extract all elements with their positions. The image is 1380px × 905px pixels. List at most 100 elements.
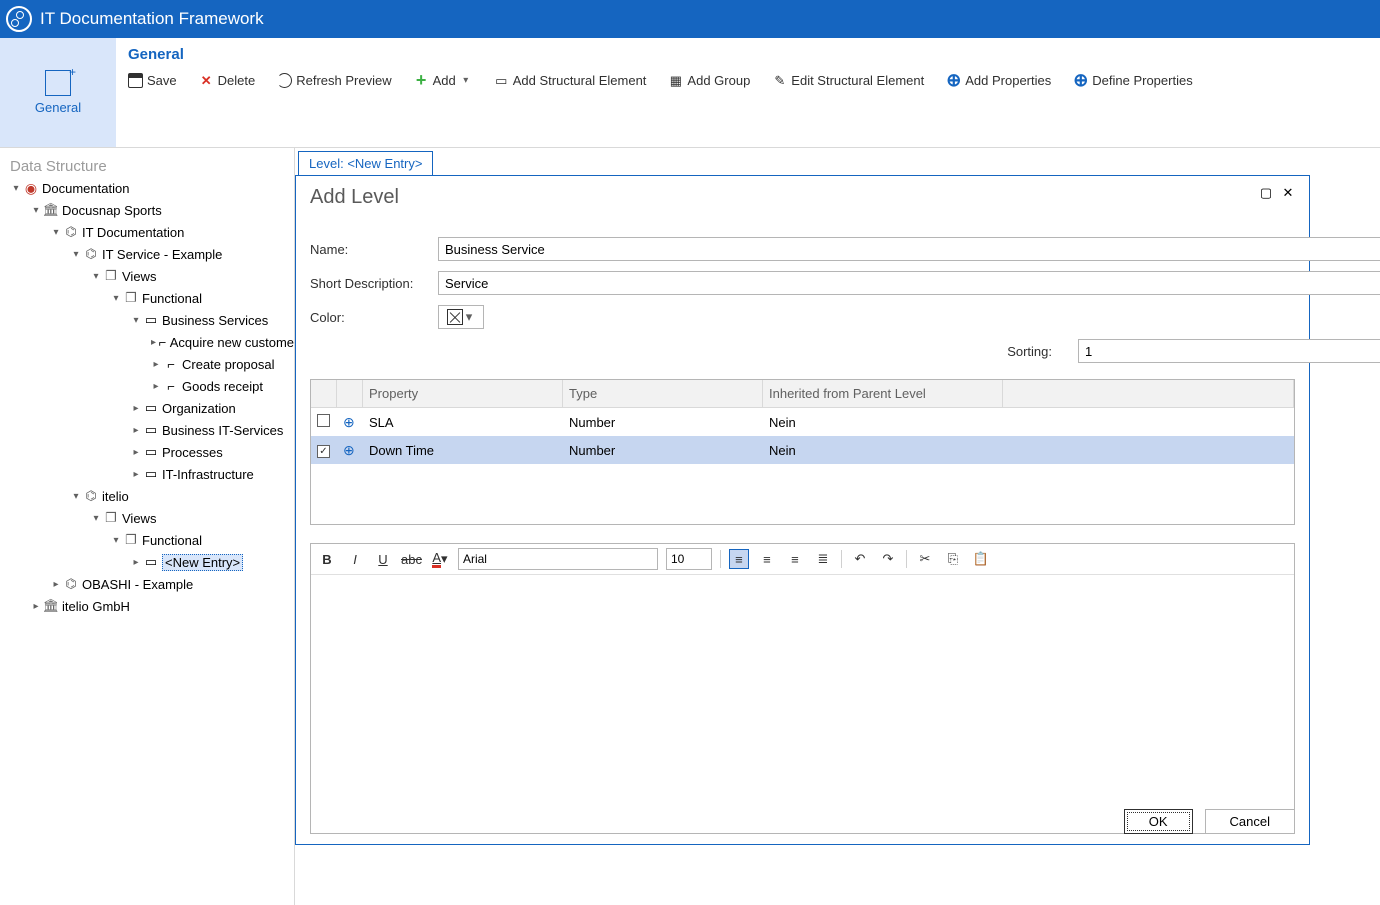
- def-prop-icon: ⊕: [1073, 73, 1088, 88]
- delete-icon: ✕: [199, 73, 214, 88]
- title-bar: IT Documentation Framework: [0, 0, 1380, 38]
- col-type: Type: [563, 380, 763, 408]
- app-title: IT Documentation Framework: [40, 9, 264, 29]
- building-icon: 🏛: [42, 598, 60, 614]
- level-tab[interactable]: Level: <New Entry>: [298, 151, 433, 176]
- ribbon-group-title: General: [116, 38, 1380, 63]
- tree-item[interactable]: ▾⌬IT Documentation: [0, 221, 294, 243]
- sort-label: Sorting:: [838, 344, 1078, 359]
- align-right-button[interactable]: ≡: [785, 549, 805, 569]
- align-center-button[interactable]: ≡: [757, 549, 777, 569]
- strike-button[interactable]: abc: [401, 549, 422, 569]
- bullet-list-button[interactable]: ≣: [813, 549, 833, 569]
- row-checkbox[interactable]: [317, 445, 330, 458]
- tree-item[interactable]: ▾🏛Docusnap Sports: [0, 199, 294, 221]
- tree-item[interactable]: ▾⌬itelio: [0, 485, 294, 507]
- row-checkbox[interactable]: [317, 414, 330, 427]
- no-color-icon: [447, 309, 463, 325]
- flow-icon: ⌐: [162, 379, 180, 394]
- font-size-select[interactable]: [666, 548, 712, 570]
- copy-button[interactable]: ⎘: [943, 549, 963, 569]
- flow-icon: ⌐: [162, 357, 180, 372]
- grid-row-selected[interactable]: ⊕ Down Time Number Nein: [311, 436, 1294, 464]
- flow-icon: ⌐: [157, 335, 168, 350]
- sidebar-title: Data Structure: [0, 156, 294, 177]
- align-left-button[interactable]: ≡: [729, 549, 749, 569]
- cube-icon: ❐: [122, 532, 140, 548]
- tree-item-selected[interactable]: ▸▭<New Entry>: [0, 551, 294, 573]
- tree-item[interactable]: ▸⌐Create proposal: [0, 353, 294, 375]
- col-property: Property: [363, 380, 563, 408]
- ok-button[interactable]: OK: [1124, 809, 1193, 834]
- add-level-panel: Add Level ▢ ✕ Name: Short Description: C…: [295, 175, 1310, 845]
- rect-icon: ▭: [142, 400, 160, 416]
- rect-icon: ▭: [142, 422, 160, 438]
- save-button[interactable]: Save: [128, 73, 177, 88]
- richtext-editor[interactable]: B I U abc A ▾ ≡ ≡ ≡ ≣ ↶ ↷ ✂: [310, 543, 1295, 834]
- tree-root[interactable]: ▾◉Documentation: [0, 177, 294, 199]
- undo-button[interactable]: ↶: [850, 549, 870, 569]
- tree-item[interactable]: ▾▭Business Services: [0, 309, 294, 331]
- paste-button[interactable]: 📋: [971, 549, 991, 569]
- tree-item[interactable]: ▸▭Organization: [0, 397, 294, 419]
- tree-item[interactable]: ▾❐Functional: [0, 529, 294, 551]
- bold-button[interactable]: B: [317, 549, 337, 569]
- struct-icon: ▭: [494, 73, 509, 88]
- building-icon: 🏛: [42, 202, 60, 218]
- color-label: Color:: [310, 310, 438, 325]
- tree-item[interactable]: ▸⌐Acquire new custome: [0, 331, 294, 353]
- cube-icon: ❐: [102, 268, 120, 284]
- rect-icon: ▭: [142, 554, 160, 570]
- app-logo-icon: [6, 6, 32, 32]
- grid-row[interactable]: ⊕ SLA Number Nein: [311, 408, 1294, 436]
- tree-item[interactable]: ▾⌬IT Service - Example: [0, 243, 294, 265]
- desc-input[interactable]: [438, 271, 1380, 295]
- edit-structural-button[interactable]: ✎Edit Structural Element: [772, 73, 924, 88]
- name-input[interactable]: [438, 237, 1380, 261]
- tree-item[interactable]: ▾❐Views: [0, 265, 294, 287]
- underline-button[interactable]: U: [373, 549, 393, 569]
- tree-item[interactable]: ▾❐Functional: [0, 287, 294, 309]
- property-icon: ⊕: [343, 414, 355, 430]
- save-icon: [128, 73, 143, 88]
- define-properties-button[interactable]: ⊕Define Properties: [1073, 73, 1192, 88]
- tree-item[interactable]: ▸▭Processes: [0, 441, 294, 463]
- tree-item[interactable]: ▸▭IT-Infrastructure: [0, 463, 294, 485]
- color-picker[interactable]: ▾: [438, 305, 484, 329]
- col-inherited: Inherited from Parent Level: [763, 380, 1003, 408]
- properties-grid: Property Type Inherited from Parent Leve…: [310, 379, 1295, 525]
- add-icon: +: [414, 73, 429, 88]
- ribbon: General General Save ✕Delete Refresh Pre…: [0, 38, 1380, 148]
- rect-icon: ▭: [142, 312, 160, 328]
- rect-icon: ▭: [142, 444, 160, 460]
- tree-item[interactable]: ▸⌐Goods receipt: [0, 375, 294, 397]
- tree-item[interactable]: ▸🏛itelio GmbH: [0, 595, 294, 617]
- panel-title: Add Level: [310, 186, 399, 209]
- tree-item[interactable]: ▸▭Business IT-Services: [0, 419, 294, 441]
- chevron-down-icon: ▾: [463, 309, 475, 325]
- add-prop-icon: ⊕: [946, 73, 961, 88]
- cut-button[interactable]: ✂: [915, 549, 935, 569]
- delete-button[interactable]: ✕Delete: [199, 73, 256, 88]
- add-group-button[interactable]: ▦Add Group: [668, 73, 750, 88]
- redo-button[interactable]: ↷: [878, 549, 898, 569]
- tree-item[interactable]: ▾❐Views: [0, 507, 294, 529]
- tree-item[interactable]: ▸⌬OBASHI - Example: [0, 573, 294, 595]
- maximize-button[interactable]: ▢: [1259, 186, 1273, 200]
- add-dropdown-icon: ▾: [460, 75, 472, 86]
- refresh-button[interactable]: Refresh Preview: [277, 73, 391, 88]
- sidebar-tree[interactable]: Data Structure ▾◉Documentation ▾🏛Docusna…: [0, 148, 295, 905]
- rect-icon: ▭: [142, 466, 160, 482]
- ribbon-tab-general[interactable]: General: [0, 38, 116, 147]
- font-select[interactable]: [458, 548, 658, 570]
- group-icon: ▦: [668, 73, 683, 88]
- add-button[interactable]: +Add▾: [414, 73, 472, 88]
- cancel-button[interactable]: Cancel: [1205, 809, 1295, 834]
- sort-input[interactable]: [1078, 339, 1380, 363]
- add-properties-button[interactable]: ⊕Add Properties: [946, 73, 1051, 88]
- italic-button[interactable]: I: [345, 549, 365, 569]
- close-button[interactable]: ✕: [1281, 186, 1295, 200]
- text-color-button[interactable]: A ▾: [430, 549, 450, 569]
- add-structural-button[interactable]: ▭Add Structural Element: [494, 73, 647, 88]
- name-label: Name:: [310, 242, 438, 257]
